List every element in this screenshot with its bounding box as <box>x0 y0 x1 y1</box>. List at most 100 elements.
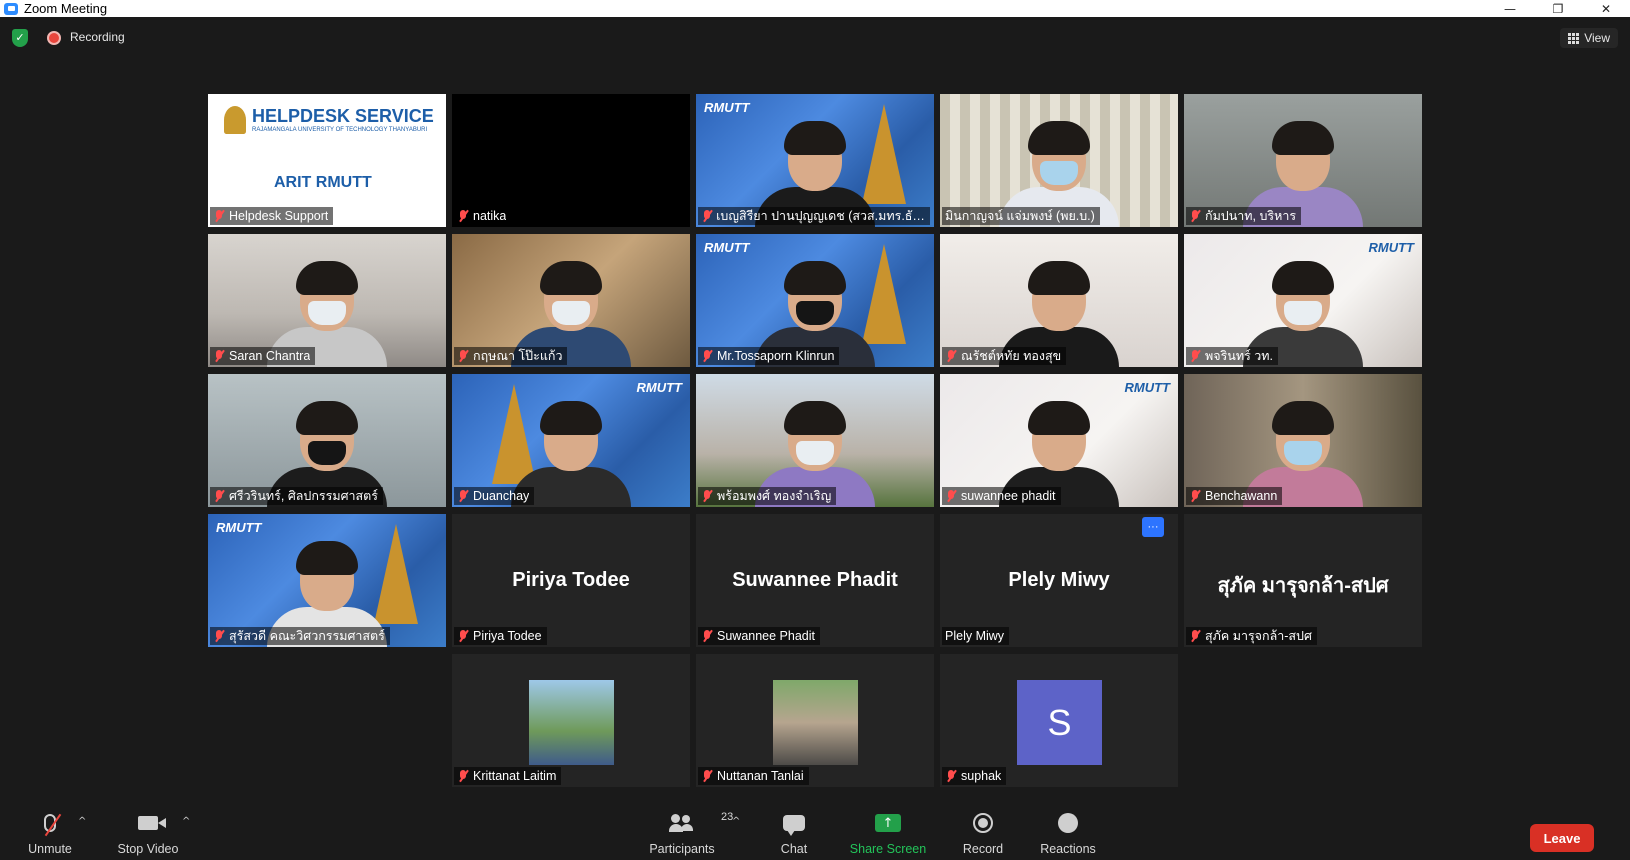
participant-name-bar: สุภัค มารุจกล้า-สปศ <box>1186 627 1317 645</box>
rmutt-logo: RMUTT <box>704 240 750 255</box>
participant-tile[interactable]: มินกาญจน์ แจ่มพงษ์ (พย.บ.) <box>940 94 1178 227</box>
participant-name-bar: Plely Miwy <box>942 627 1010 645</box>
participant-name: ศรีวรินทร์, ศิลปกรรมศาสตร์ <box>229 489 379 503</box>
participant-name-bar: Benchawann <box>1186 487 1283 505</box>
meeting-topbar: ✓ Recording View <box>0 26 1630 50</box>
participant-tile[interactable]: RMUTT suwannee phadit <box>940 374 1178 507</box>
participant-name-bar: Nuttanan Tanlai <box>698 767 809 785</box>
view-label: View <box>1584 31 1610 45</box>
chat-button[interactable]: Chat <box>770 808 818 860</box>
participant-tile[interactable]: Benchawann <box>1184 374 1422 507</box>
more-options-button[interactable]: ··· <box>1142 517 1164 537</box>
participant-tile[interactable]: Suwannee Phadit Suwannee Phadit <box>696 514 934 647</box>
muted-mic-icon <box>457 629 469 643</box>
participant-name: Saran Chantra <box>229 349 311 363</box>
muted-mic-icon <box>701 769 713 783</box>
participant-tile[interactable]: พร้อมพงศ์ ทองจำเริญ <box>696 374 934 507</box>
stop-video-label: Stop Video <box>117 842 179 856</box>
participants-options-chevron-icon[interactable]: ^ <box>732 816 740 827</box>
participant-tile[interactable]: ณรัชต์หทัย ทองสุข <box>940 234 1178 367</box>
participant-name: Duanchay <box>473 489 530 503</box>
muted-mic-icon <box>701 209 712 223</box>
video-options-chevron-icon[interactable]: ^ <box>182 816 190 827</box>
participant-name-bar: พจรินทร์ วท. <box>1186 347 1278 365</box>
participant-tile[interactable]: สุภัค มารุจกล้า-สปศ สุภัค มารุจกล้า-สปศ <box>1184 514 1422 647</box>
rmutt-logo: RMUTT <box>704 100 750 115</box>
muted-mic-icon <box>701 629 713 643</box>
muted-mic-icon <box>457 489 469 503</box>
participant-tile[interactable]: Krittanat Laitim <box>452 654 690 787</box>
participant-tile[interactable]: Saran Chantra <box>208 234 446 367</box>
muted-mic-icon <box>457 209 469 223</box>
participant-tile[interactable]: ศรีวรินทร์, ศิลปกรรมศาสตร์ <box>208 374 446 507</box>
helpdesk-title: HELPDESK SERVICE <box>252 106 434 126</box>
muted-mic-icon <box>213 209 225 223</box>
participant-display-name: Plely Miwy <box>1008 569 1110 591</box>
grid-view-icon <box>1568 32 1580 44</box>
security-shield-icon[interactable]: ✓ <box>12 29 28 47</box>
record-button[interactable]: Record <box>958 808 1008 860</box>
stop-video-button[interactable]: Stop Video <box>112 808 184 860</box>
rmutt-logo: RMUTT <box>636 380 683 395</box>
record-label: Record <box>962 842 1004 856</box>
participants-icon: 23 <box>669 810 733 836</box>
participants-label: Participants <box>649 842 715 856</box>
meeting-toolbar: Unmute ^ Stop Video ^ 23 Participants ^ … <box>0 808 1630 860</box>
chat-bubble-icon <box>783 810 805 836</box>
participant-tile[interactable]: RMUTT สุรัสวดี คณะวิศวกรรมศาสตร์ <box>208 514 446 647</box>
active-speaker-tile[interactable]: RMUTT เบญสิรียา ปานปุญญเดช (สวส.มทร.ธัญบ… <box>696 94 934 227</box>
muted-mic-icon <box>945 489 957 503</box>
muted-mic-icon <box>457 769 469 783</box>
participant-tile[interactable]: Nuttanan Tanlai <box>696 654 934 787</box>
audio-options-chevron-icon[interactable]: ^ <box>78 816 86 827</box>
muted-mic-icon <box>1189 489 1201 503</box>
video-camera-icon <box>138 810 166 836</box>
participant-tile[interactable]: natika <box>452 94 690 227</box>
minimize-button[interactable]: — <box>1486 0 1534 17</box>
participant-tile[interactable]: RMUTT Duanchay <box>452 374 690 507</box>
muted-mic-icon <box>1189 209 1201 223</box>
university-logo-icon <box>224 106 246 134</box>
participant-name: Plely Miwy <box>945 629 1005 643</box>
participant-name-bar: Helpdesk Support <box>210 207 334 225</box>
avatar: S <box>1017 680 1102 765</box>
participant-name: Helpdesk Support <box>229 209 329 223</box>
view-button[interactable]: View <box>1560 28 1618 48</box>
participant-tile[interactable]: Piriya Todee Piriya Todee <box>452 514 690 647</box>
record-icon <box>973 810 993 836</box>
participant-name: suwannee phadit <box>961 489 1056 503</box>
microphone-muted-icon <box>44 810 62 837</box>
share-screen-icon: ↑ <box>875 810 901 836</box>
zoom-app-icon <box>4 2 18 15</box>
participant-tile[interactable]: กัมปนาท, บริหาร <box>1184 94 1422 227</box>
unmute-button[interactable]: Unmute <box>22 808 78 860</box>
window-controls: — ❐ ✕ <box>1486 0 1630 17</box>
participant-display-name: สุภัค มารุจกล้า-สปศ <box>1217 575 1389 597</box>
participant-name-bar: พร้อมพงศ์ ทองจำเริญ <box>698 487 837 505</box>
restore-button[interactable]: ❐ <box>1534 0 1582 17</box>
recording-label[interactable]: Recording <box>70 30 125 44</box>
participant-name: Nuttanan Tanlai <box>717 769 804 783</box>
participant-tile[interactable]: RMUTT Mr.Tossaporn Klinrun <box>696 234 934 367</box>
participants-button[interactable]: 23 Participants <box>646 808 733 860</box>
participant-tile[interactable]: RMUTT พจรินทร์ วท. <box>1184 234 1422 367</box>
participant-tile[interactable]: HELPDESK SERVICE RAJAMANGALA UNIVERSITY … <box>208 94 446 227</box>
participant-name: พร้อมพงศ์ ทองจำเริญ <box>717 489 832 503</box>
participant-tile[interactable]: กฤษณา โป๊ะแก้ว <box>452 234 690 367</box>
share-screen-button[interactable]: ↑ Share Screen <box>846 808 930 860</box>
participant-tile[interactable]: ··· Plely Miwy Plely Miwy <box>940 514 1178 647</box>
participant-tile[interactable]: S suphak <box>940 654 1178 787</box>
leave-meeting-button[interactable]: Leave <box>1530 824 1594 852</box>
close-button[interactable]: ✕ <box>1582 0 1630 17</box>
chat-label: Chat <box>780 842 808 856</box>
rmutt-logo: RMUTT <box>216 520 262 535</box>
participant-name-bar: กฤษณา โป๊ะแก้ว <box>454 347 568 365</box>
participant-name: เบญสิรียา ปานปุญญเดช (สวส.มทร.ธัญบุรี) <box>716 209 925 223</box>
muted-mic-icon <box>945 769 957 783</box>
window-titlebar: Zoom Meeting — ❐ ✕ <box>0 0 1630 17</box>
participant-name: Suwannee Phadit <box>717 629 815 643</box>
participant-name: Benchawann <box>1205 489 1278 503</box>
muted-mic-icon <box>213 349 225 363</box>
participant-name-bar: Saran Chantra <box>210 347 316 365</box>
reactions-button[interactable]: Reactions <box>1036 808 1100 860</box>
